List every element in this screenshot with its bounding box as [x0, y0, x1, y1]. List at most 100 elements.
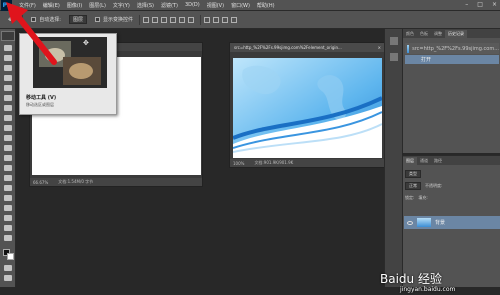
menu-file[interactable]: 文件(F) [19, 2, 36, 9]
baidu-watermark-url: jingyan.baidu.com [400, 286, 456, 293]
distribute-icon[interactable] [213, 16, 220, 23]
auto-select-dropdown[interactable]: 图层 [68, 15, 87, 24]
document-info[interactable]: 文档:1.54M/0 字节 [58, 179, 93, 185]
align-right-icon[interactable] [161, 16, 168, 23]
move-tool-button[interactable] [1, 31, 15, 41]
layer-name[interactable]: 背景 [435, 219, 445, 226]
clone-stamp-tool-icon[interactable] [4, 115, 12, 121]
tab-history[interactable]: 历史记录 [445, 30, 467, 38]
align-left-icon[interactable] [143, 16, 150, 23]
menu-type[interactable]: 文字(Y) [113, 2, 130, 9]
tooltip-description: 移动选区或图层 [26, 102, 54, 107]
history-panel-tabs: 颜色 色板 调整 历史记录 [403, 29, 500, 38]
minimize-button[interactable]: – [465, 1, 468, 8]
distribute-icon[interactable] [231, 16, 238, 23]
close-button[interactable]: × [492, 1, 497, 8]
close-tab-button[interactable]: × [378, 45, 381, 50]
layer-background[interactable]: 背景 [404, 216, 500, 229]
distribute-icon[interactable] [204, 16, 211, 23]
crop-tool-icon[interactable] [4, 75, 12, 81]
screen-mode-icon[interactable] [4, 275, 12, 281]
auto-select-checkbox[interactable] [31, 17, 37, 22]
auto-select-option[interactable]: 自动选择: [31, 16, 61, 23]
tab-adjustments[interactable]: 调整 [431, 30, 445, 38]
lock-row: 锁定: 填充: [405, 194, 499, 202]
menu-3d[interactable]: 3D(D) [185, 2, 200, 8]
auto-select-label: 自动选择: [39, 17, 61, 23]
divider [200, 14, 202, 25]
photoshop-logo[interactable]: Ps [1, 0, 12, 11]
blur-tool-icon[interactable] [4, 155, 12, 161]
move-tool-tooltip: ✥ 移动工具 (V) 移动选区或图层 [19, 33, 117, 115]
maximize-button[interactable]: □ [477, 1, 483, 8]
healing-brush-tool-icon[interactable] [4, 95, 12, 101]
eyedropper-tool-icon[interactable] [4, 85, 12, 91]
lasso-tool-icon[interactable] [4, 55, 12, 61]
document-window-2[interactable]: src=http_%2F%2Fs.99sjimg.com%2Felement_o… [229, 42, 385, 168]
menu-help[interactable]: 帮助(H) [257, 2, 275, 9]
menu-filter[interactable]: 滤镜(T) [161, 2, 178, 9]
align-center-icon[interactable] [152, 16, 159, 23]
tab-paths[interactable]: 路径 [431, 157, 445, 165]
history-state-open[interactable]: 打开 [405, 55, 499, 64]
menu-select[interactable]: 选择(S) [137, 2, 154, 9]
eraser-tool-icon[interactable] [4, 135, 12, 141]
menu-view[interactable]: 视图(V) [207, 2, 224, 9]
tools-panel [0, 29, 16, 287]
world-map-background-image [233, 58, 382, 158]
dodge-tool-icon[interactable] [4, 165, 12, 171]
document-title: src=http_%2F%2Fs.99sjimg.com%2Felement_o… [234, 45, 342, 50]
distribute-icon[interactable] [222, 16, 229, 23]
document-canvas-2[interactable] [233, 58, 382, 158]
blend-mode-dropdown[interactable]: 正常 [405, 182, 421, 190]
snapshot-label: src=http_%2F%2Fs.99sjimg.com... [412, 45, 499, 52]
path-select-tool-icon[interactable] [4, 195, 12, 201]
panel-icon[interactable] [390, 37, 398, 45]
lock-label: 锁定: [405, 195, 415, 200]
tooltip-title: 移动工具 (V) [26, 95, 57, 101]
tab-layers[interactable]: 图层 [403, 157, 417, 165]
filter-kind-dropdown[interactable]: 类型 [405, 170, 421, 178]
options-bar: ✥ ▾ 自动选择: 图层 显示变换控件 [0, 11, 500, 29]
menu-image[interactable]: 图像(I) [67, 2, 82, 9]
snapshot-thumbnail [407, 44, 410, 53]
marquee-tool-icon[interactable] [4, 45, 12, 51]
brush-tool-icon[interactable] [4, 105, 12, 111]
show-transform-checkbox[interactable] [95, 17, 100, 22]
align-middle-icon[interactable] [179, 16, 186, 23]
tab-channels[interactable]: 通道 [417, 157, 431, 165]
pen-tool-icon[interactable] [4, 175, 12, 181]
hand-tool-icon[interactable] [4, 215, 12, 221]
move-cursor-icon: ✥ [83, 39, 89, 47]
quick-mask-icon[interactable] [4, 265, 12, 271]
zoom-level[interactable]: 66.67% [33, 180, 48, 185]
document-tab-2[interactable]: src=http_%2F%2Fs.99sjimg.com%2Felement_o… [230, 43, 384, 52]
tooltip-preview-image [33, 37, 107, 88]
align-top-icon[interactable] [170, 16, 177, 23]
gradient-tool-icon[interactable] [4, 145, 12, 151]
more-tools-icon[interactable] [4, 235, 12, 241]
menu-window[interactable]: 窗口(W) [231, 2, 250, 9]
menu-layer[interactable]: 图层(L) [89, 2, 106, 9]
layer-filter-row: 类型 [405, 170, 499, 178]
history-brush-tool-icon[interactable] [4, 125, 12, 131]
quick-select-tool-icon[interactable] [4, 65, 12, 71]
background-color-swatch[interactable] [7, 253, 14, 260]
tab-swatches[interactable]: 色板 [417, 30, 431, 38]
zoom-level[interactable]: 100% [233, 161, 244, 166]
show-transform-option[interactable]: 显示变换控件 [95, 16, 133, 23]
document-info[interactable]: 文档:901.9K/901.9K [254, 160, 293, 166]
zoom-tool-icon[interactable] [4, 225, 12, 231]
history-snapshot[interactable]: src=http_%2F%2Fs.99sjimg.com... [405, 43, 499, 54]
opacity-label: 不透明度: [425, 183, 443, 188]
panel-icon[interactable] [390, 53, 398, 61]
shape-tool-icon[interactable] [4, 205, 12, 211]
tab-color[interactable]: 颜色 [403, 30, 417, 38]
menu-edit[interactable]: 编辑(E) [43, 2, 60, 9]
align-bottom-icon[interactable] [188, 16, 195, 23]
type-tool-icon[interactable] [4, 185, 12, 191]
layers-panel: 图层 通道 路径 类型 正常 不透明度: 锁定: 填充: 背景 [402, 155, 500, 287]
move-tool-preset-icon[interactable]: ✥ ▾ [8, 17, 16, 23]
eye-icon[interactable] [407, 220, 413, 225]
collapsed-panels-strip [384, 29, 402, 287]
